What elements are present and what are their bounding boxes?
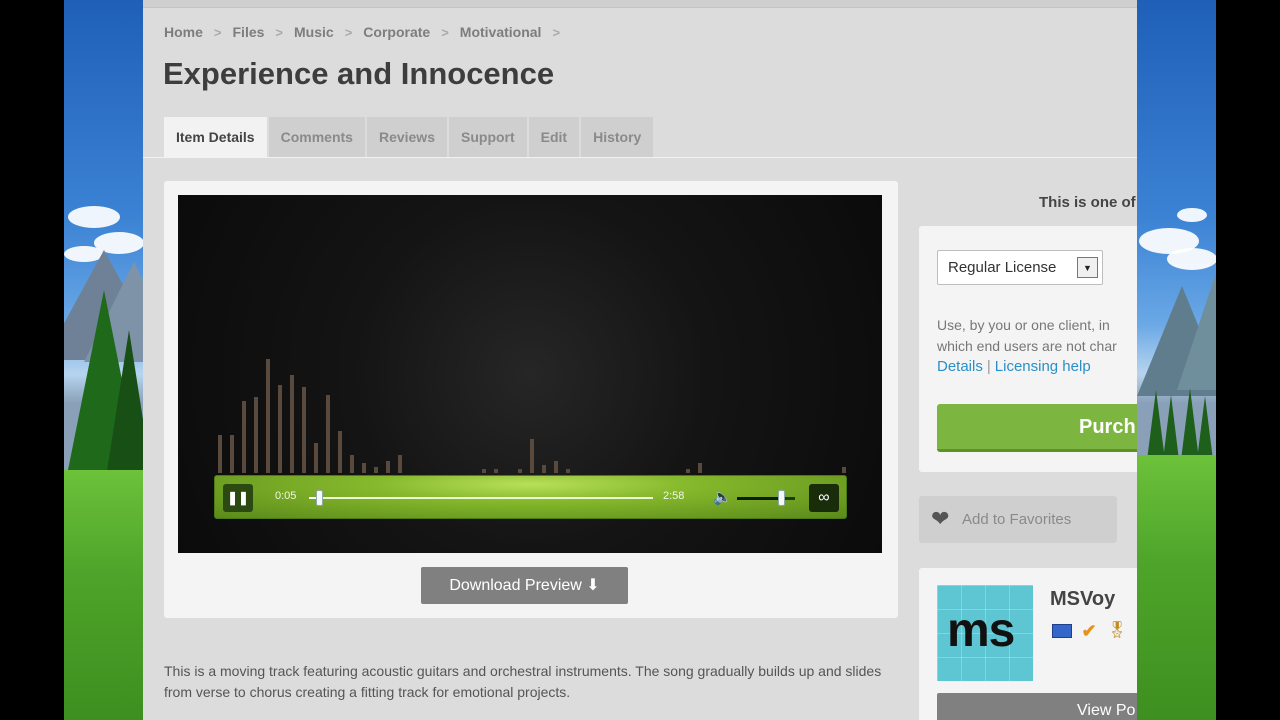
screen: Home > Files > Music > Corporate > Motiv… [0, 0, 1280, 720]
license-description: Use, by you or one client, in which end … [937, 315, 1137, 357]
spectrum-bar [362, 463, 366, 473]
player-card: ❚❚ 0:05 2:58 🔈 ∞ Download Preview ⬇ [164, 181, 898, 618]
breadcrumb-music[interactable]: Music [294, 24, 334, 40]
license-select-value: Regular License [948, 259, 1057, 276]
spectrum-bar [314, 443, 318, 473]
license-card: Regular License ▼ Use, by you or one cli… [919, 226, 1137, 472]
tab-reviews[interactable]: Reviews [366, 117, 447, 157]
link-divider: | [986, 358, 991, 375]
seek-bar[interactable] [309, 497, 653, 499]
volume-slider[interactable] [737, 497, 795, 500]
checkmark-badge-icon: ✔ [1081, 621, 1097, 641]
breadcrumb-separator-icon: > [441, 24, 449, 40]
spectrum-bar [302, 387, 306, 473]
spectrum-bar [290, 375, 294, 473]
licensing-help-link[interactable]: Licensing help [995, 358, 1091, 375]
spectrum-bar [698, 463, 702, 473]
tab-support[interactable]: Support [449, 117, 527, 157]
spectrum-bar [230, 435, 234, 473]
medal-badge-icon: 🎖 [1106, 622, 1128, 639]
spectrum-bar [542, 465, 546, 473]
seek-handle[interactable] [316, 490, 323, 506]
breadcrumb-motivational[interactable]: Motivational [460, 24, 542, 40]
breadcrumb-separator-icon: > [213, 24, 222, 40]
spectrum-bar [386, 461, 390, 473]
current-time: 0:05 [275, 490, 297, 502]
spectrum-bar [350, 455, 354, 473]
top-divider [143, 0, 1137, 8]
audio-visualizer: ❚❚ 0:05 2:58 🔈 ∞ [178, 195, 882, 553]
item-tabs: Item Details Comments Reviews Support Ed… [164, 117, 655, 157]
browser-page: Home > Files > Music > Corporate > Motiv… [143, 0, 1137, 720]
speaker-icon[interactable]: 🔈 [713, 488, 732, 508]
author-card: ms MSVoy ✔ 🎖 View Po [919, 568, 1137, 720]
heart-icon: ❤ [931, 506, 950, 531]
tab-history[interactable]: History [581, 117, 654, 157]
add-to-favorites-button[interactable]: ❤ Add to Favorites [919, 496, 1117, 543]
spectrum-bar [842, 467, 846, 473]
purchase-button[interactable]: Purch [937, 404, 1137, 452]
spectrum-bar [326, 395, 330, 473]
tab-item-details[interactable]: Item Details [164, 117, 267, 157]
spectrum-bar [494, 469, 498, 473]
loop-button[interactable]: ∞ [809, 484, 839, 512]
loop-icon: ∞ [818, 489, 830, 506]
page-title: Experience and Innocence [163, 56, 555, 91]
breadcrumb-files[interactable]: Files [233, 24, 265, 40]
spectrum-bar [278, 385, 282, 473]
flag-badge-icon [1052, 624, 1072, 638]
license-links: Details | Licensing help [937, 358, 1091, 375]
spectrum-bar [530, 439, 534, 473]
breadcrumb-separator-icon: > [275, 24, 283, 40]
spectrum-bar [266, 359, 270, 473]
tab-comments[interactable]: Comments [268, 117, 365, 157]
duration: 2:58 [663, 490, 685, 502]
details-link[interactable]: Details [937, 358, 983, 375]
tab-edit[interactable]: Edit [528, 117, 580, 157]
spectrum-bar [242, 401, 246, 473]
spectrum-bar [518, 469, 522, 473]
license-select[interactable]: Regular License ▼ [937, 250, 1103, 285]
spectrum-bar [686, 469, 690, 473]
spectrum-bar [218, 435, 222, 473]
breadcrumb-corporate[interactable]: Corporate [363, 24, 430, 40]
item-description: This is a moving track featuring acousti… [164, 663, 882, 700]
avatar[interactable]: ms [937, 585, 1033, 681]
spectrum-bar [398, 455, 402, 473]
volume-handle[interactable] [778, 490, 785, 506]
spectrum-bar [482, 469, 486, 473]
player-controls: ❚❚ 0:05 2:58 🔈 ∞ [214, 475, 847, 519]
spectrum-bar [554, 461, 558, 473]
sidebar-note: This is one of [1039, 194, 1136, 211]
avatar-logo-text: ms [947, 604, 1015, 657]
desktop-wallpaper-left [64, 0, 144, 720]
breadcrumb: Home > Files > Music > Corporate > Motiv… [164, 24, 571, 40]
author-name[interactable]: MSVoy [1050, 588, 1115, 611]
tab-underline [143, 157, 1137, 158]
author-badges: ✔ 🎖 [1052, 620, 1128, 642]
volume-level [737, 497, 781, 500]
view-portfolio-button[interactable]: View Po [937, 693, 1137, 720]
pause-icon: ❚❚ [227, 490, 249, 505]
spectrum-bar [374, 467, 378, 473]
spectrum-bar [566, 469, 570, 473]
breadcrumb-home[interactable]: Home [164, 24, 203, 40]
desktop-wallpaper-right [1137, 0, 1216, 720]
pause-button[interactable]: ❚❚ [223, 484, 253, 512]
license-description-line: Use, by you or one client, in [937, 317, 1110, 333]
download-icon: ⬇ [586, 577, 600, 594]
breadcrumb-separator-icon: > [552, 24, 561, 40]
breadcrumb-separator-icon: > [344, 24, 353, 40]
download-preview-label: Download Preview [449, 577, 582, 594]
add-to-favorites-label: Add to Favorites [962, 511, 1072, 528]
license-description-line: which end users are not char [937, 338, 1117, 354]
spectrum-bar [254, 397, 258, 473]
download-preview-button[interactable]: Download Preview ⬇ [421, 567, 628, 604]
spectrum-bar [338, 431, 342, 473]
chevron-down-icon[interactable]: ▼ [1077, 257, 1098, 278]
